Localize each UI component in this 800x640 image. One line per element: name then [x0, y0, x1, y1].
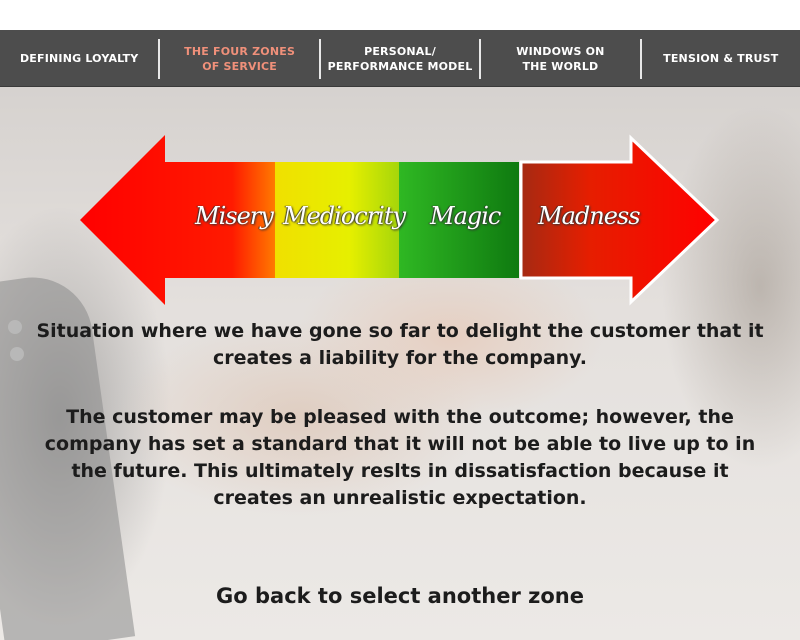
sleeve-button	[8, 320, 22, 334]
zone-label-misery[interactable]: Misery	[195, 202, 274, 230]
zone-label-madness[interactable]: Madness	[538, 202, 641, 230]
four-zones-arrow: Misery Mediocrity Magic Madness	[75, 130, 725, 310]
top-nav: DEFINING LOYALTY THE FOUR ZONES OF SERVI…	[0, 30, 800, 87]
nav-personal-performance[interactable]: PERSONAL/ PERFORMANCE MODEL	[321, 30, 479, 87]
zone-description-summary: Situation where we have gone so far to d…	[36, 320, 764, 369]
go-back-link[interactable]: Go back to select another zone	[0, 584, 800, 608]
nav-windows-on-world[interactable]: WINDOWS ON THE WORLD	[481, 30, 639, 87]
zone-label-mediocrity[interactable]: Mediocrity	[283, 202, 406, 230]
sleeve-button	[10, 347, 24, 361]
nav-defining-loyalty[interactable]: DEFINING LOYALTY	[0, 30, 158, 87]
zone-description-detail: The customer may be pleased with the out…	[44, 406, 756, 509]
nav-tension-trust[interactable]: TENSION & TRUST	[642, 30, 800, 87]
zone-label-magic[interactable]: Magic	[430, 202, 501, 230]
top-strip	[0, 0, 800, 30]
nav-four-zones[interactable]: THE FOUR ZONES OF SERVICE	[160, 30, 318, 87]
